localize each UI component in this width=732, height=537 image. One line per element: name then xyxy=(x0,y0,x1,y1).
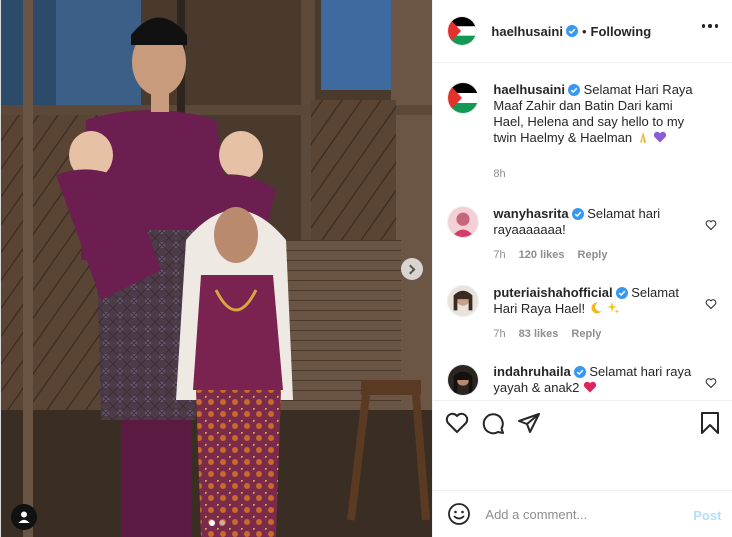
comment-avatar[interactable] xyxy=(447,364,480,396)
post-container: haelhusaini • Following haelhusaini Sela… xyxy=(0,0,732,537)
verified-badge-icon xyxy=(565,25,578,37)
user-tag-button[interactable] xyxy=(11,504,37,530)
comment-avatar[interactable] xyxy=(447,206,480,238)
family-photo xyxy=(1,0,433,537)
palestine-flag-avatar[interactable] xyxy=(447,16,478,46)
comment-like-icon[interactable] xyxy=(705,377,717,389)
comment-body: indahruhaila Selamat hari raya yayah & a… xyxy=(493,364,701,396)
comment-username[interactable]: wanyhasrita xyxy=(493,206,568,221)
verified-badge-icon xyxy=(567,84,580,96)
verified-badge-icon xyxy=(573,366,586,378)
emoji-smile-icon[interactable] xyxy=(447,502,471,526)
comment-time[interactable]: 7h xyxy=(493,247,505,263)
post-actions xyxy=(433,400,732,444)
share-icon[interactable] xyxy=(517,411,541,435)
comment-meta: 7h 83 likes Reply xyxy=(493,326,701,342)
comments-list[interactable]: haelhusaini Selamat Hari Raya Maaf Zahir… xyxy=(433,64,732,398)
verified-badge-icon xyxy=(571,208,584,220)
carousel-dot xyxy=(219,520,225,526)
comment-icon[interactable] xyxy=(481,411,505,435)
comment-likes[interactable]: 120 likes xyxy=(519,247,565,263)
comment-username[interactable]: indahruhaila xyxy=(493,364,570,379)
save-icon[interactable] xyxy=(699,411,721,438)
profile-photo xyxy=(448,365,479,395)
comment-like-icon[interactable] xyxy=(705,298,717,310)
comment-body: wanyhasrita Selamat hari rayaaaaaaa! 7h … xyxy=(493,206,701,263)
comment-item: indahruhaila Selamat hari raya yayah & a… xyxy=(447,364,717,396)
comment-item: puteriaishahofficial Selamat Hari Raya H… xyxy=(447,285,717,342)
comment-input[interactable] xyxy=(485,506,686,522)
comment-item: wanyhasrita Selamat hari rayaaaaaaa! 7h … xyxy=(447,206,717,263)
header-separator: • xyxy=(581,23,587,39)
comment-avatar[interactable] xyxy=(447,285,480,317)
caption-avatar[interactable] xyxy=(447,82,480,114)
carousel-indicator xyxy=(1,520,432,526)
profile-photo xyxy=(448,286,479,316)
comment-likes[interactable]: 83 likes xyxy=(519,326,559,342)
caption: haelhusaini Selamat Hari Raya Maaf Zahir… xyxy=(447,82,717,182)
post-header: haelhusaini • Following xyxy=(433,0,732,63)
reply-button[interactable]: Reply xyxy=(571,326,601,342)
comment-time[interactable]: 7h xyxy=(493,326,505,342)
comment-body: puteriaishahofficial Selamat Hari Raya H… xyxy=(493,285,701,342)
post-comment-button[interactable]: Post xyxy=(693,508,721,523)
header-username[interactable]: haelhusaini xyxy=(491,24,563,39)
comment-username[interactable]: puteriaishahofficial xyxy=(493,285,612,300)
post-side-panel: haelhusaini • Following haelhusaini Sela… xyxy=(432,0,732,537)
caption-time[interactable]: 8h xyxy=(493,166,505,182)
chevron-right-icon xyxy=(405,264,416,274)
reply-button[interactable]: Reply xyxy=(578,247,608,263)
palestine-flag-icon xyxy=(448,83,479,113)
caption-meta: 8h xyxy=(493,166,701,182)
profile-photo xyxy=(448,207,479,237)
red-heart-emoji xyxy=(583,381,597,393)
folded-hands-emoji xyxy=(639,132,646,143)
purple-heart-emoji xyxy=(654,131,667,143)
verified-badge-icon xyxy=(615,287,628,299)
carousel-dot-active xyxy=(209,520,215,526)
crescent-moon-emoji xyxy=(591,302,602,314)
next-photo-button[interactable] xyxy=(401,258,423,280)
following-button[interactable]: Following xyxy=(591,24,652,39)
add-comment-bar: Post xyxy=(433,490,732,537)
palestine-flag-icon xyxy=(448,17,477,45)
comment-like-icon[interactable] xyxy=(705,219,717,231)
caption-username[interactable]: haelhusaini xyxy=(493,82,565,97)
caption-body: haelhusaini Selamat Hari Raya Maaf Zahir… xyxy=(493,82,701,182)
comment-meta: 7h 120 likes Reply xyxy=(493,247,701,263)
sparkles-emoji xyxy=(607,302,620,314)
like-icon[interactable] xyxy=(445,411,469,435)
more-options-icon[interactable] xyxy=(701,24,718,28)
post-photo[interactable] xyxy=(1,0,433,537)
